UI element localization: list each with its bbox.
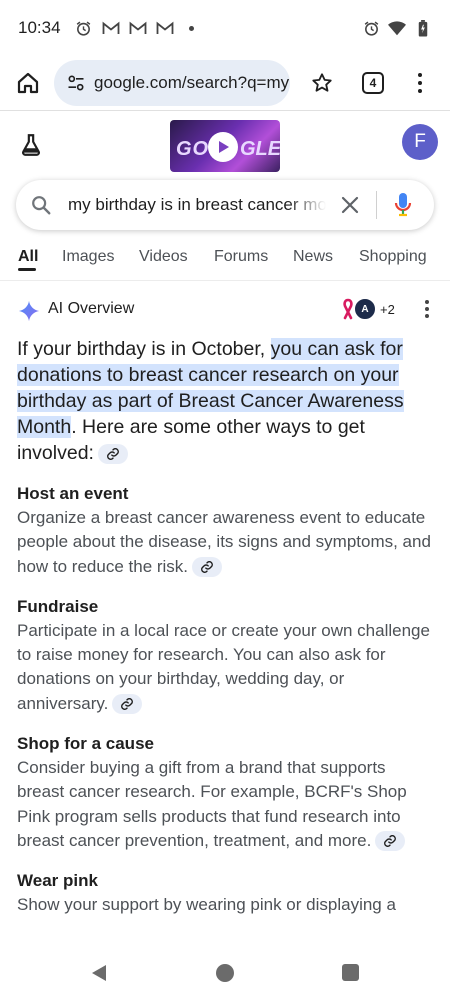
link-icon — [201, 561, 213, 574]
search-labs-icon[interactable] — [18, 132, 44, 158]
ai-overview-menu-button[interactable] — [424, 300, 430, 320]
tab-forums[interactable]: Forums — [214, 248, 268, 266]
google-doodle[interactable]: GO GLE — [170, 120, 280, 172]
gmail-icon — [129, 19, 147, 37]
browser-menu-button[interactable] — [408, 65, 432, 101]
ai-overview-title: AI Overview — [48, 300, 135, 317]
ai-overview-content: If your birthday is in October, you can … — [17, 336, 435, 918]
bookmark-button[interactable] — [304, 65, 340, 101]
active-tab-indicator — [18, 268, 36, 271]
sparkle-icon — [18, 300, 40, 322]
content-fade — [0, 920, 450, 948]
search-input[interactable]: my birthday is in breast cancer month — [68, 195, 326, 215]
search-box[interactable]: my birthday is in breast cancer month — [16, 180, 434, 230]
section-title: Host an event — [17, 484, 129, 503]
account-avatar[interactable]: F — [402, 124, 438, 160]
address-bar[interactable]: google.com/search?q=my — [54, 60, 290, 106]
section-body: Show your support by wearing pink or dis… — [17, 893, 435, 917]
star-icon — [312, 73, 332, 92]
section-body: Organize a breast cancer awareness event… — [17, 506, 435, 579]
gmail-icon — [102, 19, 120, 37]
close-icon — [341, 196, 359, 214]
section-body-text: Consider buying a gift from a brand that… — [17, 758, 407, 850]
source-count: +2 — [380, 301, 395, 317]
tab-shopping[interactable]: Shopping — [359, 248, 427, 266]
status-time: 10:34 — [18, 18, 61, 37]
tab-count: 4 — [362, 72, 384, 94]
doodle-text-left: GO — [176, 138, 210, 160]
section-title: Wear pink — [17, 871, 98, 891]
source-badge: A — [354, 298, 376, 320]
lead-text: If your birthday is in October, — [17, 338, 271, 360]
ai-overview-header: AI Overview A +2 — [0, 290, 450, 330]
ai-sources[interactable]: A +2 — [338, 298, 395, 320]
source-link-chip[interactable] — [375, 831, 406, 852]
gmail-icon — [156, 19, 174, 37]
search-tabs: All Images Videos Forums News Shopping — [0, 236, 450, 280]
section-body-text: Participate in a local race or create yo… — [17, 620, 430, 713]
tab-images[interactable]: Images — [62, 248, 114, 266]
doodle-text-right: GLE — [240, 138, 280, 160]
more-vert-icon — [418, 73, 422, 77]
system-icons — [362, 19, 432, 37]
back-icon[interactable] — [90, 964, 108, 982]
link-icon — [107, 447, 119, 460]
tab-videos[interactable]: Videos — [139, 248, 188, 266]
recents-icon[interactable] — [342, 964, 359, 981]
mic-icon — [394, 193, 412, 217]
battery-icon — [414, 19, 432, 37]
more-vert-icon — [425, 300, 429, 304]
url-text: google.com/search?q=my — [94, 73, 290, 92]
voice-search-button[interactable] — [391, 191, 415, 219]
section-body: Consider buying a gift from a brand that… — [17, 756, 435, 853]
alarm-icon — [362, 19, 380, 37]
dot-icon — [183, 19, 201, 37]
home-icon — [17, 72, 39, 94]
search-divider — [376, 191, 377, 219]
home-button[interactable] — [10, 65, 46, 101]
tab-switcher-button[interactable]: 4 — [358, 68, 388, 98]
tabs-divider — [0, 280, 450, 281]
section-body: Participate in a local race or create yo… — [17, 619, 435, 716]
ai-lead-paragraph: If your birthday is in October, you can … — [17, 336, 435, 466]
source-link-chip[interactable] — [192, 557, 223, 578]
play-icon — [208, 132, 238, 162]
link-icon — [121, 698, 134, 711]
tab-all[interactable]: All — [18, 248, 38, 266]
wifi-icon — [388, 19, 406, 37]
home-nav-icon[interactable] — [216, 964, 234, 982]
tab-news[interactable]: News — [293, 248, 333, 266]
section-title: Fundraise — [17, 596, 99, 616]
section-body-text: Organize a breast cancer awareness event… — [17, 508, 431, 576]
toolbar-divider — [0, 110, 450, 111]
notification-icons — [75, 19, 201, 37]
system-nav-bar — [0, 948, 450, 1000]
source-link-chip[interactable] — [112, 694, 143, 715]
section-body-text: Show your support by wearing pink or dis… — [17, 895, 396, 915]
link-icon — [384, 835, 397, 848]
clear-search-button[interactable] — [338, 193, 362, 217]
browser-toolbar: google.com/search?q=my 4 — [0, 56, 450, 110]
search-icon — [32, 196, 51, 215]
source-link-chip[interactable] — [97, 443, 128, 464]
site-settings-icon[interactable] — [66, 73, 86, 93]
alarm-icon — [75, 19, 93, 37]
status-bar: 10:34 — [0, 0, 450, 56]
section-title: Shop for a cause — [17, 734, 154, 754]
